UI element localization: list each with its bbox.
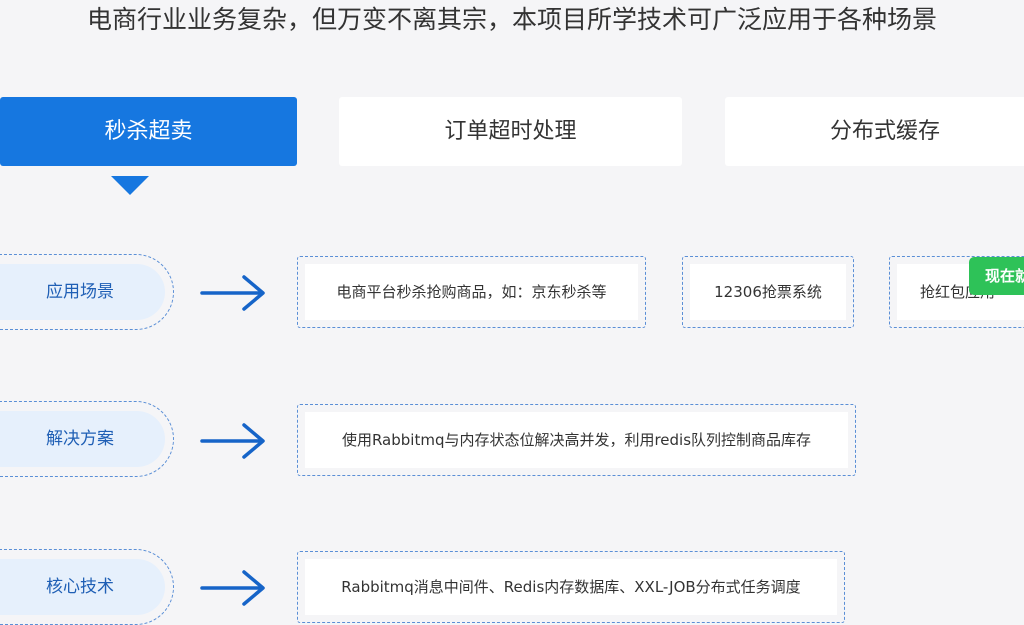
row-label-text: 解决方案 <box>0 411 165 467</box>
row-label-text: 核心技术 <box>0 559 165 615</box>
triangle-down-icon <box>111 176 149 195</box>
card-text: 使用Rabbitmq与内存状态位解决高并发，利用redis队列控制商品库存 <box>305 412 848 468</box>
tab-distributed-cache[interactable]: 分布式缓存 <box>725 97 1024 166</box>
arrow-right-icon <box>200 423 265 459</box>
row-label-text: 应用场景 <box>0 264 165 320</box>
card-text: Rabbitmq消息中间件、Redis内存数据库、XXL-JOB分布式任务调度 <box>305 559 837 615</box>
card-text: 电商平台秒杀抢购商品，如：京东秒杀等 <box>305 264 638 320</box>
arrow-right-icon <box>200 275 265 311</box>
arrow-right-icon <box>200 570 265 606</box>
row-label-scenarios: 应用场景 <box>0 254 174 330</box>
floating-badge-button[interactable]: 现在就 <box>969 257 1024 295</box>
card-text: 12306抢票系统 <box>690 264 846 320</box>
row-label-solution: 解决方案 <box>0 401 174 477</box>
row-label-core-tech: 核心技术 <box>0 549 174 625</box>
scenario-card-12306: 12306抢票系统 <box>682 256 854 328</box>
tab-order-timeout[interactable]: 订单超时处理 <box>339 97 682 166</box>
core-tech-card: Rabbitmq消息中间件、Redis内存数据库、XXL-JOB分布式任务调度 <box>297 551 845 623</box>
scenario-card-seckill: 电商平台秒杀抢购商品，如：京东秒杀等 <box>297 256 646 328</box>
tab-seckill[interactable]: 秒杀超卖 <box>0 97 297 166</box>
solution-card: 使用Rabbitmq与内存状态位解决高并发，利用redis队列控制商品库存 <box>297 404 856 476</box>
page-title: 电商行业业务复杂，但万变不离其宗，本项目所学技术可广泛应用于各种场景 <box>86 5 937 34</box>
